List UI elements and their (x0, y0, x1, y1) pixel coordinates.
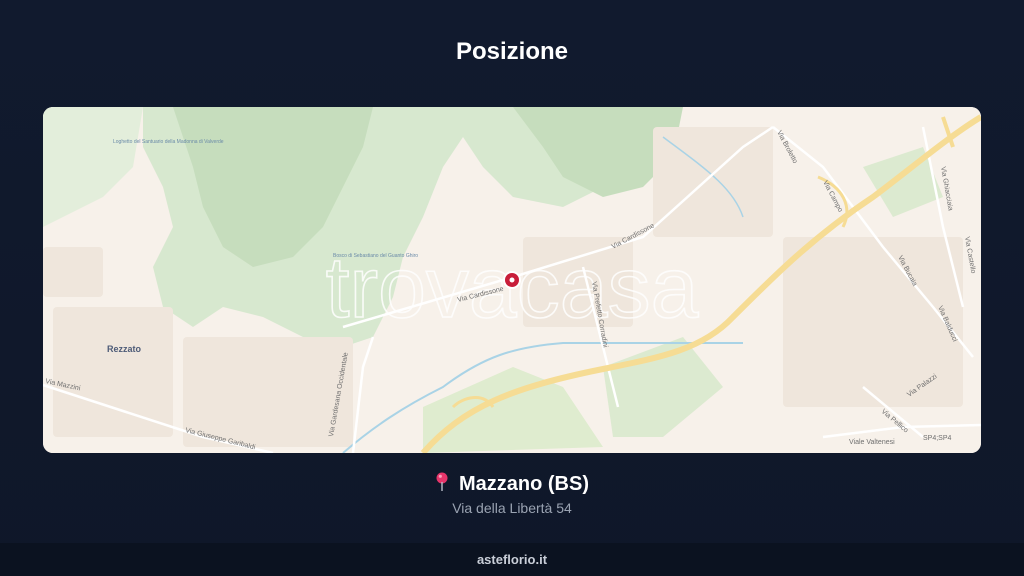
location-address: Via della Libertà 54 (452, 500, 572, 516)
location-marker[interactable] (503, 271, 521, 289)
page: Posizione Rezzato Via Cardissone Via Car… (0, 0, 1024, 576)
map-pin-icon (435, 472, 449, 498)
map-canvas[interactable]: trovacasa Rezzato Via Cardissone Via Car… (43, 107, 981, 453)
location-name: Mazzano (BS) (459, 473, 589, 495)
location-heading: Mazzano (BS) (0, 472, 1024, 498)
footer-brand[interactable]: asteflorio.it (477, 552, 547, 567)
label-road: SP4;SP4 (923, 435, 952, 442)
label-poi: Loghetto del Santuario della Madonna di … (113, 139, 224, 145)
map-view[interactable]: trovacasa Rezzato Via Cardissone Via Car… (43, 107, 981, 453)
footer: asteflorio.it (0, 543, 1024, 576)
marker-dot (509, 277, 515, 283)
label-poi: Bosco di Sebastiano del Guanto Ghiro (333, 253, 418, 259)
label-road: Viale Valtenesi (849, 439, 895, 446)
label-rezzato: Rezzato (107, 344, 142, 354)
page-title: Posizione (455, 38, 569, 65)
